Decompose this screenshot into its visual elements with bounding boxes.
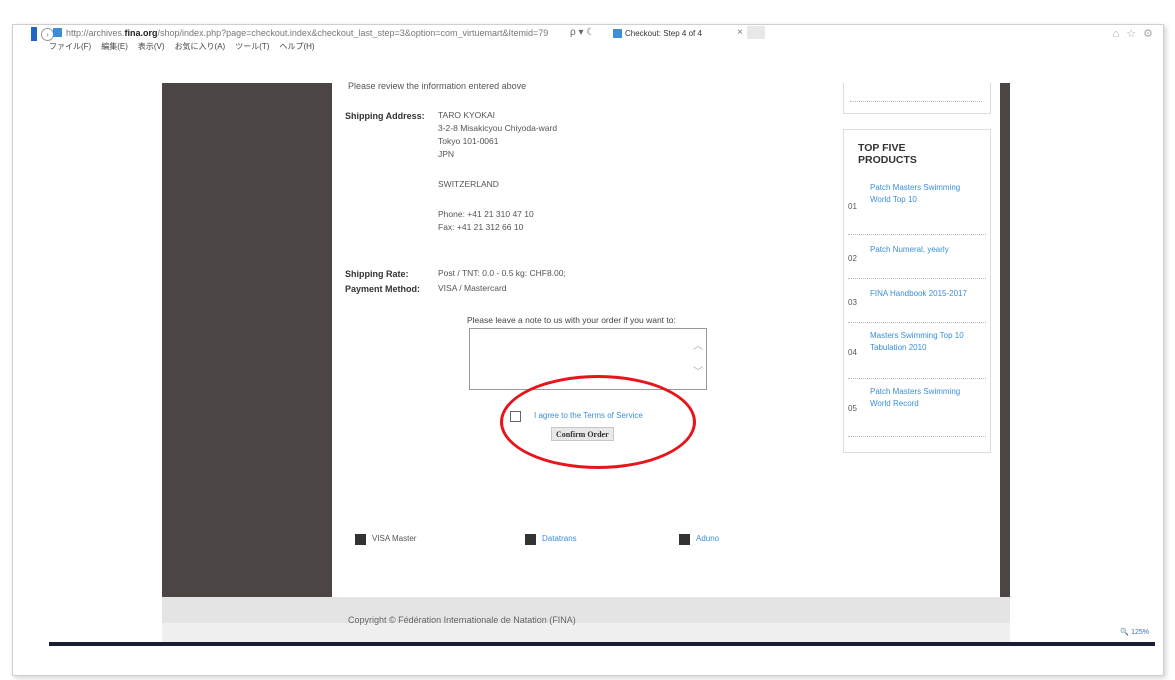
screenshot-frame: › http://archives.fina.org/shop/index.ph… [12,24,1164,676]
tab-close-icon[interactable]: × [737,27,743,38]
note-label: Please leave a note to us with your orde… [467,315,676,325]
address-line: 3-2-8 Misakicyou Chiyoda-ward [438,123,558,133]
menu-item[interactable]: お気に入り(A) [175,42,226,51]
tab-title: Checkout: Step 4 of 4 [625,29,702,38]
shipping-address-label: Shipping Address: [345,111,425,121]
payment-method-label: Payment Method: [345,284,421,294]
address-line: Tokyo 101-0061 [438,136,499,146]
address-line: JPN [438,149,455,159]
url-path: /shop/index.php?page=checkout.index&chec… [157,28,549,38]
address-block: TARO KYOKAI 3-2-8 Misakicyou Chiyoda-war… [438,109,557,161]
top-five-item[interactable]: 05 Patch Masters Swimming World Record [848,384,986,437]
payment-label: VISA Master [372,534,417,543]
payment-logo-icon [679,534,690,545]
toolbar-icons[interactable]: ⌂ ☆ ⚙ [1113,27,1155,40]
menu-item[interactable]: ツール(T) [235,42,269,51]
site-favicon-icon [53,28,62,37]
item-number: 02 [848,254,857,263]
top-five-products: TOP FIVE PRODUCTS 01 Patch Masters Swimm… [843,129,991,453]
top-five-item[interactable]: 01 Patch Masters Swimming World Top 10 [848,180,986,235]
footer-background [162,623,1010,643]
taskbar-strip [49,642,1155,646]
url-prefix: http://archives. [66,28,125,38]
fax: Fax: +41 21 312 66 10 [438,222,524,232]
tab-favicon-icon [613,29,622,38]
country: SWITZERLAND [438,179,499,189]
footer-strip [162,597,1010,623]
top-five-item[interactable]: 02 Patch Numeral, yearly [848,240,986,279]
scroll-down-icon[interactable]: ﹀ [693,363,703,378]
nav-buttons: › [31,27,71,41]
menu-item[interactable]: 表示(V) [138,42,165,51]
menu-item[interactable]: ファイル(F) [49,42,91,51]
new-tab-button[interactable] [747,26,765,39]
scroll-up-icon[interactable]: ︿ [693,337,703,352]
top-five-item[interactable]: 03 FINA Handbook 2015-2017 [848,284,986,323]
item-number: 04 [848,348,857,357]
copyright-text: Copyright © Fédération Internationale de… [348,615,576,625]
item-number: 03 [848,298,857,307]
menu-item[interactable]: 編集(E) [101,42,128,51]
page-left-column [162,83,332,623]
url-actions[interactable]: ρ ▾ ☾ [570,27,595,38]
note-scrollbar[interactable]: ︿ ﹀ [691,329,704,388]
payment-label: Datatrans [542,534,577,543]
phone: Phone: +41 21 310 47 10 [438,209,534,219]
truncated-heading: Please review the information entered ab… [348,81,527,91]
tab-checkout[interactable]: Checkout: Step 4 of 4 [613,26,735,41]
payment-method-value: VISA / Mastercard [438,283,507,293]
zoom-level[interactable]: 🔍 125% [1120,628,1149,636]
shipping-rate-value: Post / TNT: 0.0 - 0.5 kg: CHF8.00; [438,268,566,278]
item-number: 05 [848,404,857,413]
payment-logo-icon [355,534,366,545]
url-field[interactable]: http://archives.fina.org/shop/index.php?… [66,28,576,38]
shipping-rate-label: Shipping Rate: [345,269,409,279]
payment-logo-icon [525,534,536,545]
highlight-circle [500,375,696,469]
sidebar-prev-module [843,83,991,114]
item-link[interactable]: Masters Swimming Top 10 Tabulation 2010 [870,330,980,354]
address-line: TARO KYOKAI [438,110,495,120]
page-right-column [1000,83,1010,623]
menu-item[interactable]: ヘルプ(H) [279,42,314,51]
item-number: 01 [848,202,857,211]
menu-bar: ファイル(F) 編集(E) 表示(V) お気に入り(A) ツール(T) ヘルプ(H) [49,41,325,53]
url-domain: fina.org [124,28,158,38]
back-icon[interactable] [31,27,37,41]
item-link[interactable]: Patch Numeral, yearly [870,244,980,256]
item-link[interactable]: Patch Masters Swimming World Record [870,386,980,410]
item-link[interactable]: Patch Masters Swimming World Top 10 [870,182,980,206]
item-link[interactable]: FINA Handbook 2015-2017 [870,288,980,300]
top-five-title: TOP FIVE PRODUCTS [858,142,917,166]
top-five-item[interactable]: 04 Masters Swimming Top 10 Tabulation 20… [848,328,986,379]
payment-label: Aduno [696,534,720,543]
